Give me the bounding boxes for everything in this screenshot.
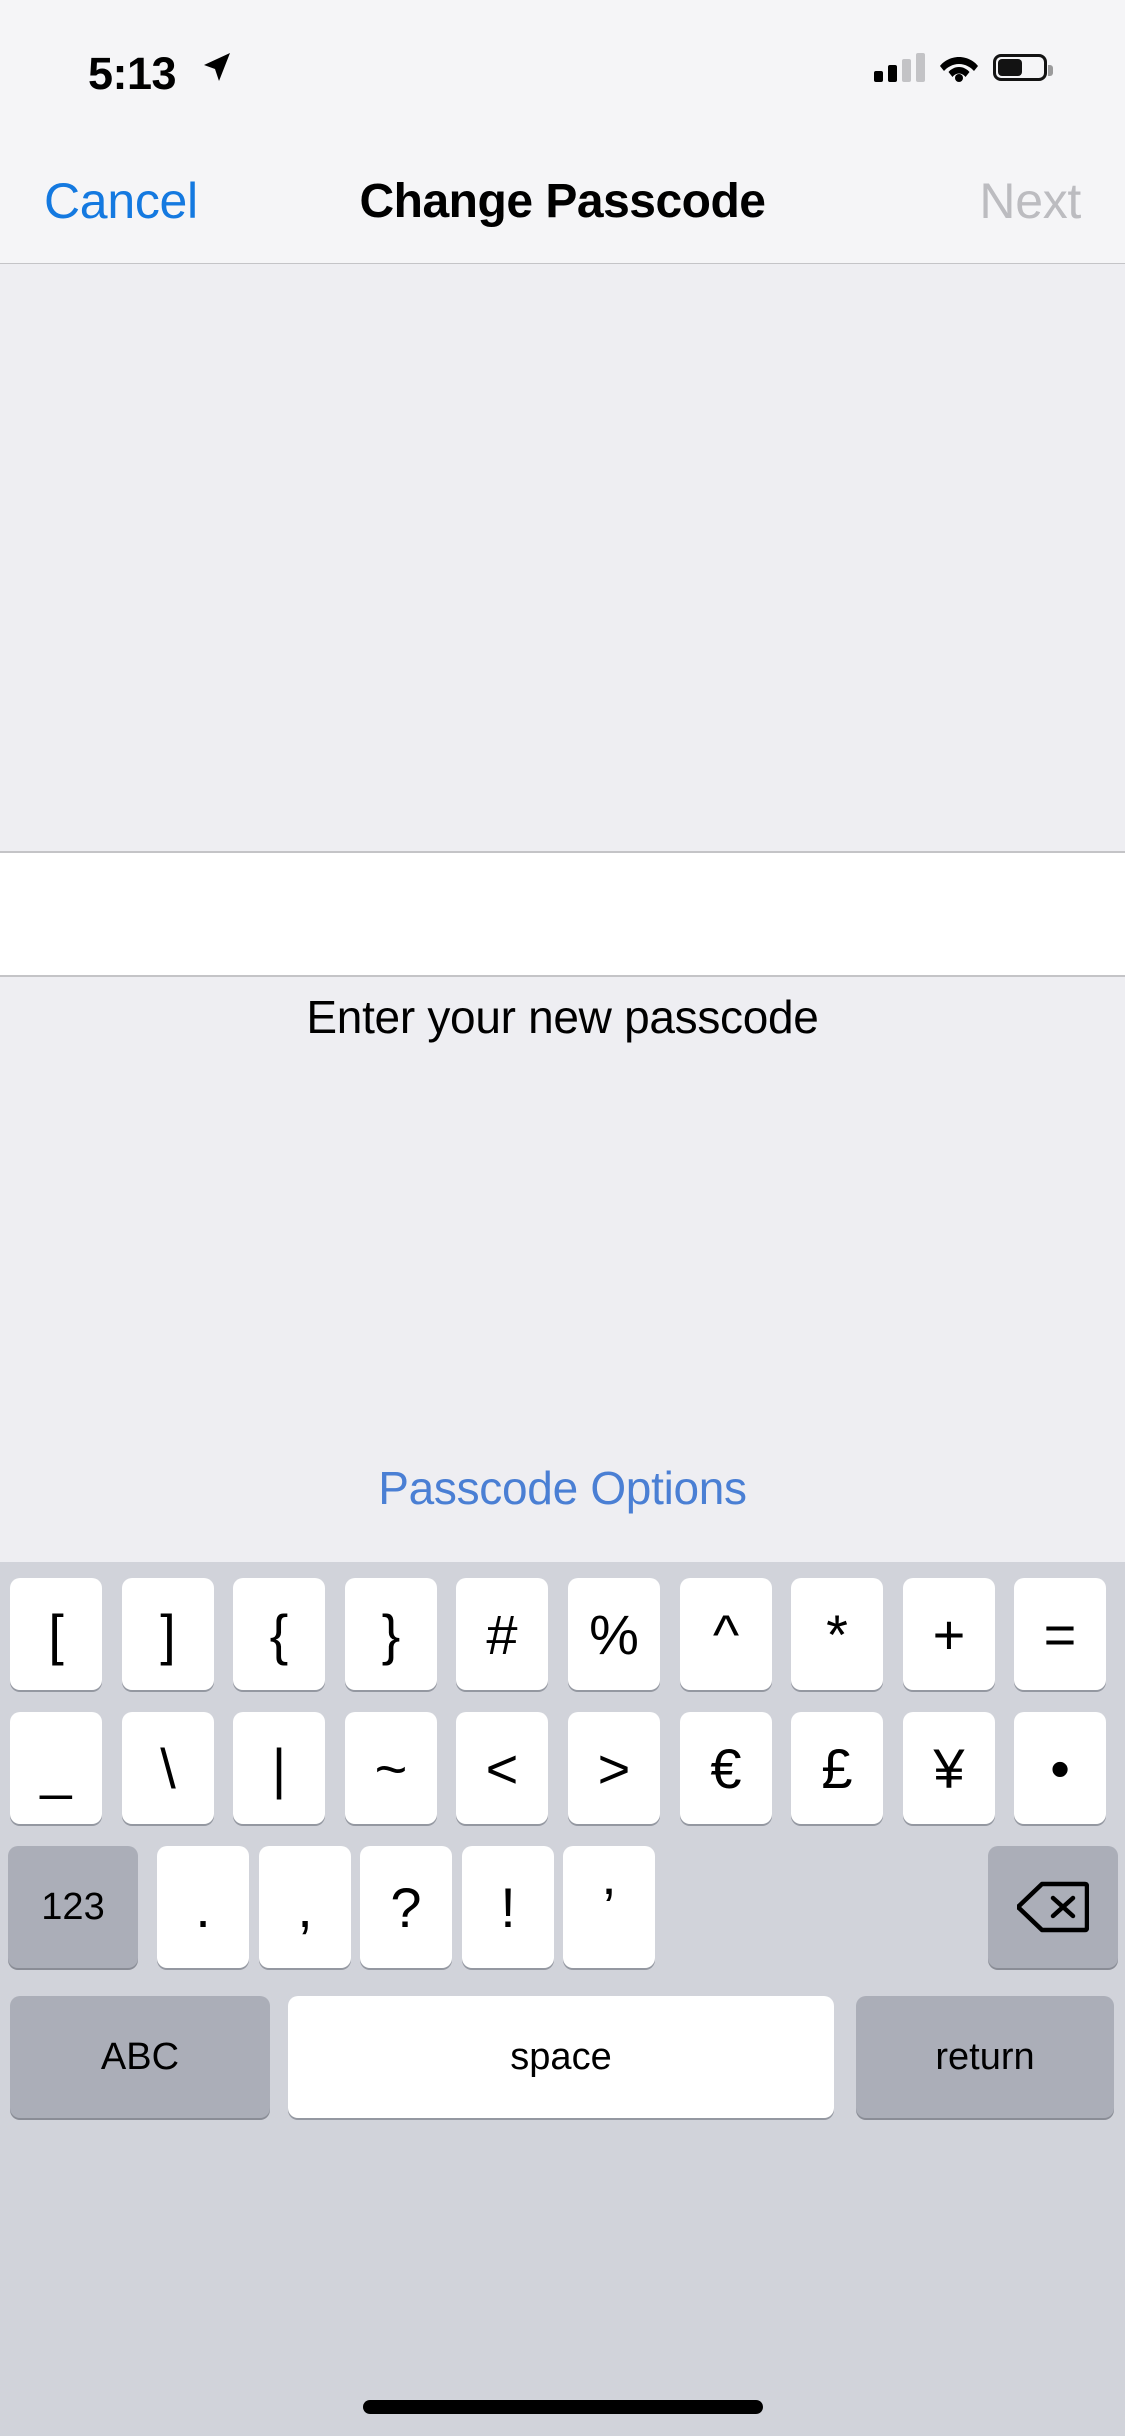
key-<[interactable]: < [456, 1712, 548, 1824]
key-+[interactable]: + [903, 1578, 995, 1690]
battery-icon [993, 53, 1053, 81]
key-’[interactable]: ’ [563, 1846, 655, 1968]
passcode-field-row[interactable] [0, 851, 1125, 977]
passcode-input[interactable] [0, 853, 1125, 975]
next-button[interactable]: Next [979, 172, 1081, 230]
space-key[interactable]: space [288, 1996, 834, 2118]
key-^[interactable]: ^ [680, 1578, 772, 1690]
wifi-icon [940, 57, 978, 82]
key-=[interactable]: = [1014, 1578, 1106, 1690]
cellular-signal-icon [874, 52, 925, 82]
numeric-switch-key[interactable]: 123 [8, 1846, 138, 1968]
status-bar-time: 5:13 [88, 48, 177, 99]
passcode-options-link[interactable]: Passcode Options [0, 1461, 1125, 1515]
on-screen-keyboard: []{} #% ^ * + = _ \ | ~ < > € £ ¥ • 123.,?!’ ABC space retu… [0, 1562, 1125, 2436]
key-•[interactable]: • [1014, 1712, 1106, 1824]
key-?[interactable]: ? [360, 1846, 452, 1968]
key-%[interactable]: % [568, 1578, 660, 1690]
page-title: Change Passcode [359, 175, 766, 228]
location-arrow-icon [204, 53, 230, 81]
passcode-content-area: Enter your new passcode Passcode Options [0, 265, 1125, 1562]
key-.[interactable]: . [157, 1846, 249, 1968]
key-~[interactable]: ~ [345, 1712, 437, 1824]
status-bar: 5:13 [0, 0, 1125, 132]
key-,[interactable]: , [259, 1846, 351, 1968]
backspace-icon [1017, 1881, 1089, 1933]
navigation-bar: Cancel Change Passcode Next [0, 132, 1125, 264]
key-*[interactable]: * [791, 1578, 883, 1690]
return-key[interactable]: return [856, 1996, 1114, 2118]
key-][interactable]: ] [122, 1578, 214, 1690]
passcode-prompt-label: Enter your new passcode [306, 991, 819, 1043]
key-#[interactable]: # [456, 1578, 548, 1690]
key-}[interactable]: } [345, 1578, 437, 1690]
backspace-key[interactable] [988, 1846, 1118, 1968]
key-_[interactable]: _ [10, 1712, 102, 1824]
key-[[interactable]: [ [10, 1578, 102, 1690]
key-¥[interactable]: ¥ [903, 1712, 995, 1824]
letters-switch-key[interactable]: ABC [10, 1996, 270, 2118]
status-bar-indicators [874, 48, 1053, 86]
iphone-screen: 5:13 Cancel Change Passcode Next Enter y… [0, 0, 1125, 2436]
key-{[interactable]: { [233, 1578, 325, 1690]
home-indicator [362, 2400, 763, 2414]
key-€[interactable]: € [680, 1712, 772, 1824]
key-\[interactable]: \ [122, 1712, 214, 1824]
key->[interactable]: > [568, 1712, 660, 1824]
key-![interactable]: ! [462, 1846, 554, 1968]
key-|[interactable]: | [233, 1712, 325, 1824]
key-£[interactable]: £ [791, 1712, 883, 1824]
